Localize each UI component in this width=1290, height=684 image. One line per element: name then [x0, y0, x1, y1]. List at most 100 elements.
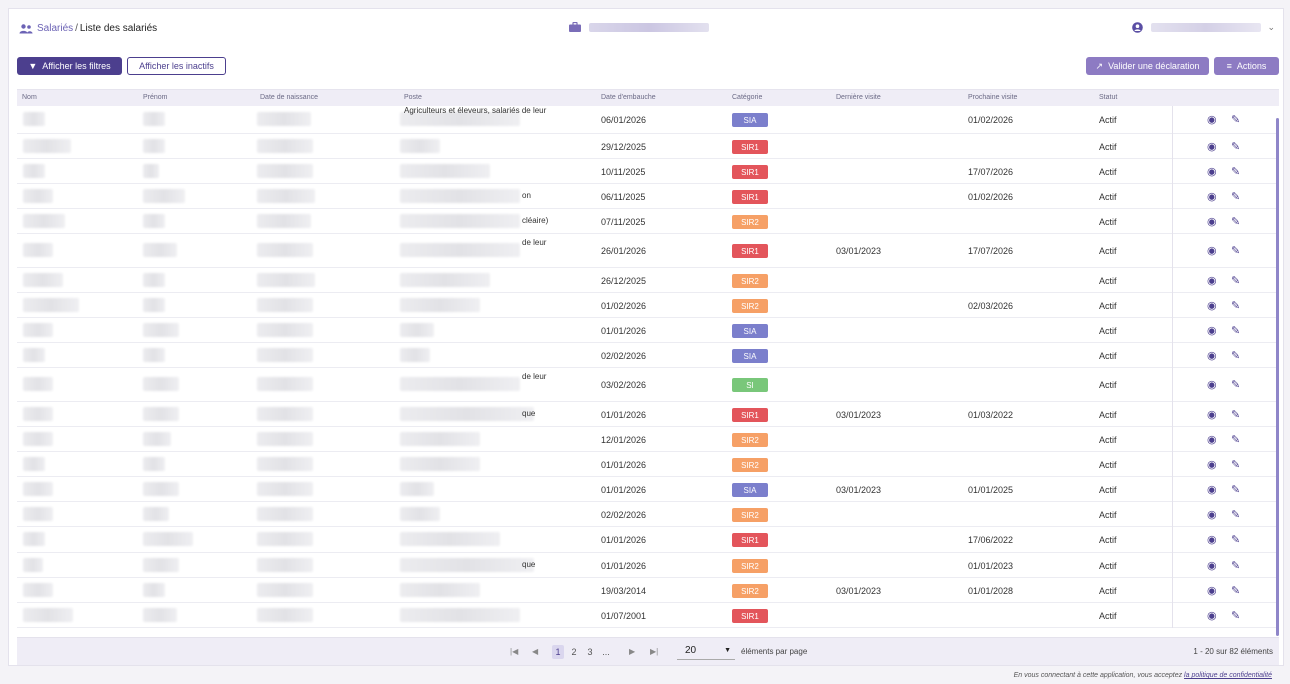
eye-icon[interactable]: ◉ — [1207, 246, 1217, 257]
table-row[interactable]: que 01/01/2026 SIR1 03/01/2023 01/03/2022 Act… — [17, 402, 1279, 427]
table-row[interactable]: Agriculteurs et éleveurs, salariés de le… — [17, 106, 1279, 134]
eye-icon[interactable]: ◉ — [1207, 535, 1217, 546]
column-header-derniere-visite[interactable]: Dernière visite — [836, 94, 881, 101]
pencil-icon[interactable]: ✎ — [1231, 560, 1240, 572]
table-row[interactable]: 01/01/2026 SIA Actif ◉ ✎ — [17, 318, 1279, 343]
pencil-icon[interactable]: ✎ — [1231, 325, 1240, 337]
pencil-icon[interactable]: ✎ — [1231, 534, 1240, 546]
pencil-icon[interactable]: ✎ — [1231, 245, 1240, 257]
show-inactive-button[interactable]: Afficher les inactifs — [127, 57, 226, 75]
column-header-prenom[interactable]: Prénom — [143, 94, 168, 101]
category-badge: SIR1 — [732, 408, 768, 422]
pencil-icon[interactable]: ✎ — [1231, 216, 1240, 228]
column-header-date-naissance[interactable]: Date de naissance — [260, 94, 318, 101]
eye-icon[interactable]: ◉ — [1207, 410, 1217, 421]
next-visit-date: 01/01/2028 — [968, 586, 1014, 596]
eye-icon[interactable]: ◉ — [1207, 510, 1217, 521]
column-header-categorie[interactable]: Catégorie — [732, 94, 762, 101]
pencil-icon[interactable]: ✎ — [1231, 300, 1240, 312]
pencil-icon[interactable]: ✎ — [1231, 166, 1240, 178]
company-selector[interactable] — [569, 22, 709, 32]
table-row[interactable]: 29/12/2025 SIR1 Actif ◉ ✎ — [17, 134, 1279, 159]
table-row[interactable]: 02/02/2026 SIA Actif ◉ ✎ — [17, 343, 1279, 368]
pencil-icon[interactable]: ✎ — [1231, 434, 1240, 446]
eye-icon[interactable]: ◉ — [1207, 485, 1217, 496]
table-row[interactable]: 01/01/2026 SIR2 Actif ◉ ✎ — [17, 452, 1279, 477]
column-header-poste[interactable]: Poste — [404, 94, 422, 101]
eye-icon[interactable]: ◉ — [1207, 217, 1217, 228]
employee-firstname-redacted — [143, 457, 165, 471]
pencil-icon[interactable]: ✎ — [1231, 484, 1240, 496]
table-row[interactable]: que 01/01/2026 SIR2 01/01/2023 Actif ◉ ✎ — [17, 553, 1279, 578]
status-text: Actif — [1099, 276, 1117, 286]
status-text: Actif — [1099, 167, 1117, 177]
table-row[interactable]: cléaire) 07/11/2025 SIR2 Actif ◉ ✎ — [17, 209, 1279, 234]
pencil-icon[interactable]: ✎ — [1231, 141, 1240, 153]
pencil-icon[interactable]: ✎ — [1231, 379, 1240, 391]
page-ellipsis-button[interactable]: ... — [600, 645, 612, 659]
eye-icon[interactable]: ◉ — [1207, 301, 1217, 312]
pencil-icon[interactable]: ✎ — [1231, 350, 1240, 362]
table-row[interactable]: de leur 03/02/2026 SI Actif ◉ ✎ — [17, 368, 1279, 402]
eye-icon[interactable]: ◉ — [1207, 460, 1217, 471]
pencil-icon[interactable]: ✎ — [1231, 191, 1240, 203]
pencil-icon[interactable]: ✎ — [1231, 610, 1240, 622]
actions-button[interactable]: ≡ Actions — [1214, 57, 1279, 75]
job-title-redacted — [400, 214, 520, 228]
validate-declaration-button[interactable]: ↗ Valider une déclaration — [1086, 57, 1209, 75]
column-header-statut[interactable]: Statut — [1099, 94, 1117, 101]
employee-name-redacted — [23, 482, 53, 496]
table-row[interactable]: 01/01/2026 SIA 03/01/2023 01/01/2025 Actif ◉ ✎ — [17, 477, 1279, 502]
breadcrumb-salaries-link[interactable]: Salariés — [37, 23, 73, 34]
eye-icon[interactable]: ◉ — [1207, 611, 1217, 622]
company-name-redacted — [589, 22, 709, 32]
eye-icon[interactable]: ◉ — [1207, 380, 1217, 391]
table-row[interactable]: 02/02/2026 SIR2 Actif ◉ ✎ — [17, 502, 1279, 527]
page-size-select[interactable]: 20 ▼ — [677, 642, 735, 660]
show-filters-button[interactable]: ▼ Afficher les filtres — [17, 57, 122, 75]
prev-page-icon[interactable]: ◀ — [532, 647, 538, 656]
table-row[interactable]: 19/03/2014 SIR2 03/01/2023 01/01/2028 Actif ◉… — [17, 578, 1279, 603]
page-3-button[interactable]: 3 — [584, 645, 596, 659]
eye-icon[interactable]: ◉ — [1207, 276, 1217, 287]
table-row[interactable]: de leur 26/01/2026 SIR1 03/01/2023 17/07/202… — [17, 234, 1279, 268]
last-page-icon[interactable]: ▶| — [650, 647, 658, 656]
table-row[interactable]: 01/01/2026 SIR1 17/06/2022 Actif ◉ ✎ — [17, 527, 1279, 553]
eye-icon[interactable]: ◉ — [1207, 586, 1217, 597]
eye-icon[interactable]: ◉ — [1207, 115, 1217, 126]
hire-date: 02/02/2026 — [601, 510, 647, 520]
privacy-policy-link[interactable]: la politique de confidentialité — [1184, 672, 1272, 679]
status-text: Actif — [1099, 435, 1117, 445]
pencil-icon[interactable]: ✎ — [1231, 114, 1240, 126]
column-header-date-embauche[interactable]: Date d'embauche — [601, 94, 656, 101]
pencil-icon[interactable]: ✎ — [1231, 275, 1240, 287]
birth-date-redacted — [257, 558, 313, 572]
next-page-icon[interactable]: ▶ — [629, 647, 635, 656]
table-row[interactable]: 01/02/2026 SIR2 02/03/2026 Actif ◉ ✎ — [17, 293, 1279, 318]
table-row[interactable]: 10/11/2025 SIR1 17/07/2026 Actif ◉ ✎ — [17, 159, 1279, 184]
pencil-icon[interactable]: ✎ — [1231, 409, 1240, 421]
eye-icon[interactable]: ◉ — [1207, 351, 1217, 362]
pencil-icon[interactable]: ✎ — [1231, 585, 1240, 597]
column-header-prochaine-visite[interactable]: Prochaine visite — [968, 94, 1017, 101]
eye-icon[interactable]: ◉ — [1207, 142, 1217, 153]
column-header-nom[interactable]: Nom — [22, 94, 37, 101]
eye-icon[interactable]: ◉ — [1207, 435, 1217, 446]
birth-date-redacted — [257, 139, 313, 153]
page-2-button[interactable]: 2 — [568, 645, 580, 659]
first-page-icon[interactable]: |◀ — [510, 647, 518, 656]
table-scrollbar[interactable] — [1276, 118, 1279, 636]
user-menu[interactable]: ⌄ — [1132, 22, 1275, 33]
eye-icon[interactable]: ◉ — [1207, 192, 1217, 203]
status-text: Actif — [1099, 301, 1117, 311]
page-1-button[interactable]: 1 — [552, 645, 564, 659]
table-row[interactable]: 26/12/2025 SIR2 Actif ◉ ✎ — [17, 268, 1279, 293]
table-row[interactable]: 12/01/2026 SIR2 Actif ◉ ✎ — [17, 427, 1279, 452]
pencil-icon[interactable]: ✎ — [1231, 509, 1240, 521]
pencil-icon[interactable]: ✎ — [1231, 459, 1240, 471]
eye-icon[interactable]: ◉ — [1207, 167, 1217, 178]
table-row[interactable]: 01/07/2001 SIR1 Actif ◉ ✎ — [17, 603, 1279, 628]
eye-icon[interactable]: ◉ — [1207, 561, 1217, 572]
eye-icon[interactable]: ◉ — [1207, 326, 1217, 337]
table-row[interactable]: on 06/11/2025 SIR1 01/02/2026 Actif ◉ ✎ — [17, 184, 1279, 209]
